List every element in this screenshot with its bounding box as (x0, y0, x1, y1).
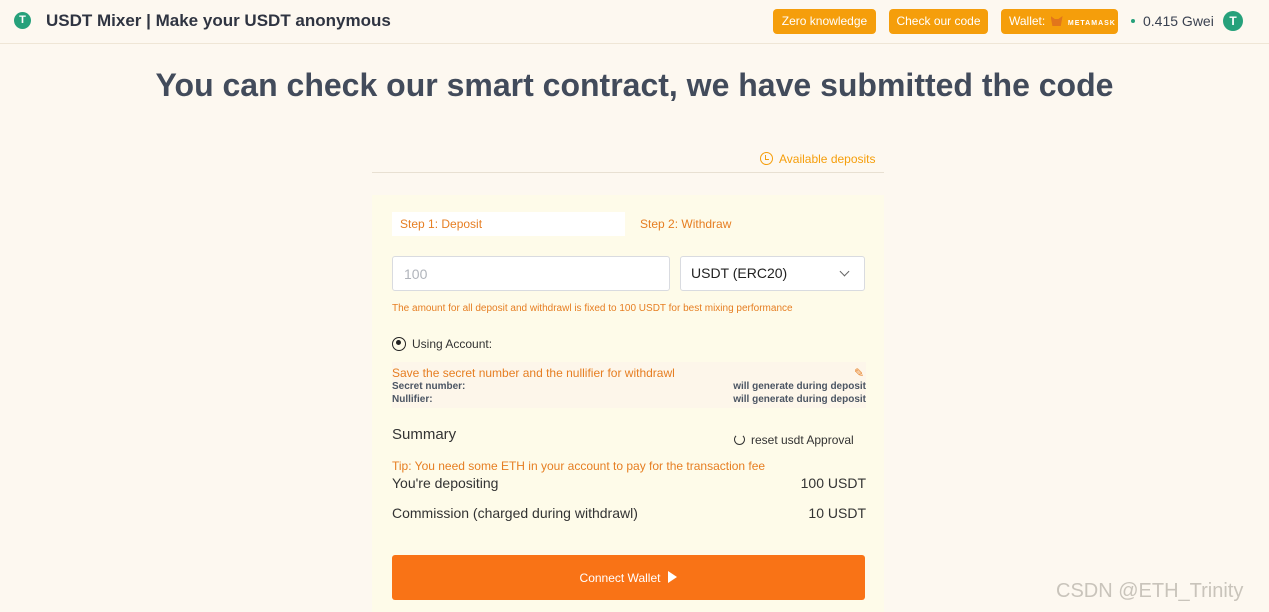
secret-info-box: Save the secret number and the nullifier… (392, 362, 866, 408)
eth-fee-tip: Tip: You need some ETH in your account t… (392, 459, 766, 473)
play-arrow-icon (668, 570, 678, 583)
gas-price: 0.415 Gwei (1143, 13, 1214, 29)
top-bar: T USDT Mixer | Make your USDT anonymous … (0, 0, 1269, 44)
save-secret-text: Save the secret number and the nullifier… (392, 366, 675, 380)
page-headline: You can check our smart contract, we hav… (155, 67, 1114, 103)
using-account: Using Account: (392, 337, 492, 351)
wallet-button[interactable]: Wallet: METAMASK (1001, 9, 1118, 34)
mixer-card: Step 1: Deposit Step 2: Withdraw USDT (E… (372, 195, 884, 612)
depositing-value: 100 USDT (800, 475, 866, 491)
available-deposits-link[interactable]: Available deposits (760, 152, 876, 166)
check-code-button[interactable]: Check our code (889, 9, 988, 34)
reset-approval-link[interactable]: reset usdt Approval (734, 433, 854, 447)
tab-deposit[interactable]: Step 1: Deposit (392, 212, 625, 236)
commission-value: 10 USDT (808, 505, 866, 521)
token-select-value: USDT (ERC20) (691, 265, 788, 281)
using-account-label: Using Account: (412, 337, 493, 351)
user-account-icon (392, 337, 406, 351)
token-select[interactable]: USDT (ERC20) (680, 256, 865, 291)
summary-title: Summary (392, 426, 457, 443)
commission-label: Commission (charged during withdrawl) (392, 505, 638, 521)
connect-wallet-label: Connect Wallet (579, 570, 661, 585)
nullifier-label: Nullifier: (392, 394, 433, 405)
edit-note-icon[interactable]: ✎ (854, 366, 864, 380)
wallet-label: Wallet: (1009, 14, 1046, 28)
amount-input[interactable] (392, 256, 670, 291)
metamask-fox-icon (1050, 16, 1063, 26)
metamask-wordmark: METAMASK (1067, 20, 1116, 27)
tether-logo-icon: T (14, 12, 31, 29)
divider (372, 172, 884, 173)
secret-number-label: Secret number: (392, 381, 466, 392)
chevron-down-icon (839, 266, 850, 277)
watermark: CSDN @ETH_Trinity (1056, 580, 1244, 602)
nullifier-value: will generate during deposit (733, 394, 866, 405)
connect-wallet-button[interactable]: Connect Wallet (392, 555, 865, 600)
history-clock-icon (760, 152, 773, 165)
available-deposits-label: Available deposits (779, 152, 876, 166)
tab-withdraw[interactable]: Step 2: Withdraw (640, 212, 731, 236)
app-title: USDT Mixer | Make your USDT anonymous (46, 11, 391, 30)
tether-network-icon[interactable]: T (1223, 11, 1243, 31)
secret-number-value: will generate during deposit (733, 381, 866, 392)
fixed-amount-note: The amount for all deposit and withdrawl… (392, 303, 793, 314)
status-dot-icon (1131, 19, 1135, 23)
depositing-label: You're depositing (392, 475, 499, 491)
zero-knowledge-button[interactable]: Zero knowledge (773, 9, 876, 34)
reset-approval-label: reset usdt Approval (751, 433, 854, 447)
refresh-icon (734, 434, 745, 445)
